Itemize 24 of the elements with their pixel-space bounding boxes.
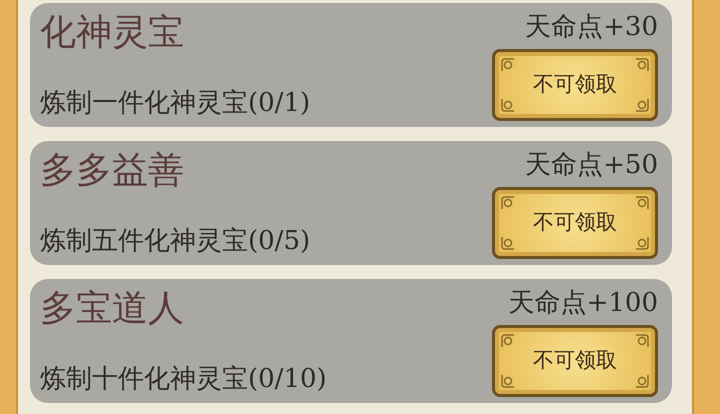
task-description: 炼制五件化神灵宝(0/5) [40,225,310,258]
reward-text: 天命点+100 [508,287,658,320]
scroll-ornament-icon [499,372,517,390]
task-title: 多多益善 [40,149,185,193]
scroll-ornament-icon [633,56,651,74]
claim-button[interactable]: 不可领取 [492,49,658,121]
reward-text: 天命点+30 [525,11,658,44]
scroll-ornament-icon [633,332,651,350]
scroll-ornament-icon [633,96,651,114]
scroll-ornament-icon [499,194,517,212]
reward-text: 天命点+50 [525,149,658,182]
task-title: 化神灵宝 [40,11,185,55]
scroll-ornament-icon [499,96,517,114]
scroll-ornament-icon [499,56,517,74]
scroll-ornament-icon [499,234,517,252]
task-description: 炼制十件化神灵宝(0/10) [40,363,327,396]
scroll-ornament-icon [499,332,517,350]
scroll-ornament-icon [633,372,651,390]
claim-button[interactable]: 不可领取 [492,325,658,397]
task-title: 多宝道人 [40,287,185,331]
claim-button[interactable]: 不可领取 [492,187,658,259]
scroll-ornament-icon [633,194,651,212]
scroll-ornament-icon [633,234,651,252]
task-description: 炼制一件化神灵宝(0/1) [40,87,310,120]
